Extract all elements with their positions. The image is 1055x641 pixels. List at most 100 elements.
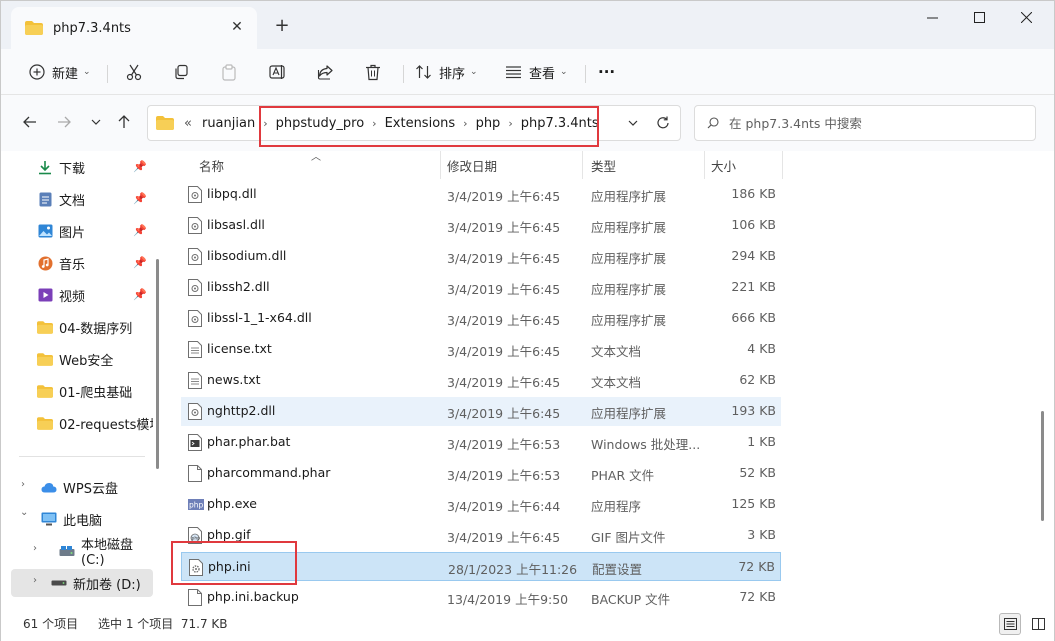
chevron-right-icon[interactable]: › [33, 575, 37, 586]
minimize-button[interactable] [909, 1, 955, 33]
file-modified-date: 3/4/2019 上午6:44 [447, 499, 561, 514]
download-icon [37, 159, 53, 175]
sidebar-item-pictures[interactable]: 图片 📌 [37, 217, 153, 245]
sidebar-item-wps-cloud[interactable]: › WPS云盘 [15, 473, 153, 501]
column-divider[interactable] [704, 151, 705, 179]
maximize-button[interactable] [956, 1, 1002, 33]
tab-php7.3.4nts[interactable]: php7.3.4nts ✕ [11, 7, 257, 49]
file-row[interactable]: phar.phar.bat 3/4/2019 上午6:53 Windows 批处理.… [181, 428, 781, 457]
more-options-button[interactable]: ··· [598, 57, 615, 87]
copy-button[interactable] [173, 57, 189, 87]
back-arrow-icon[interactable] [19, 111, 41, 133]
thumbnail-view-button[interactable] [1027, 613, 1049, 635]
file-row[interactable]: libssl-1_1-x64.dll 3/4/2019 上午6:45 应用程序扩展 6… [181, 304, 781, 333]
search-input[interactable] [729, 115, 1009, 131]
chevron-down-icon: ⌄ [470, 67, 478, 77]
recent-locations-chevron-icon[interactable] [85, 111, 107, 133]
new-button[interactable]: 新建 ⌄ [29, 57, 91, 87]
share-button[interactable] [317, 57, 334, 87]
file-modified-date: 3/4/2019 上午6:45 [447, 251, 561, 266]
folder-icon [37, 415, 53, 431]
sidebar-item-folder[interactable]: 02-requests模块 [37, 409, 153, 437]
view-button[interactable]: 查看 ⌄ [505, 57, 568, 87]
file-size: 221 KB [731, 279, 776, 294]
file-type: 应用程序 [591, 499, 642, 514]
sidebar-item-label: 新加卷 (D:) [73, 577, 141, 593]
breadcrumb-item-ruanjian[interactable]: ruanjian [196, 116, 261, 131]
column-header-size[interactable]: 大小 [711, 151, 736, 179]
search-box[interactable] [694, 105, 1036, 141]
file-row[interactable]: libsodium.dll 3/4/2019 上午6:45 应用程序扩展 294 KB [181, 242, 781, 271]
column-header-date[interactable]: 修改日期 [447, 151, 497, 179]
file-row[interactable]: php.ini.backup 13/4/2019 上午9:50 BACKUP 文件 7… [181, 583, 781, 611]
copy-icon [175, 64, 188, 80]
thumbnail-view-icon [1031, 618, 1045, 630]
file-row[interactable]: libpq.dll 3/4/2019 上午6:45 应用程序扩展 186 KB [181, 180, 781, 209]
file-row[interactable]: php php.exe 3/4/2019 上午6:44 应用程序 125 KB [181, 490, 781, 519]
breadcrumb-overflow[interactable]: « [182, 116, 196, 131]
new-tab-button[interactable]: + [271, 14, 293, 36]
trash-icon [366, 64, 380, 80]
sidebar-item-music[interactable]: 音乐 📌 [37, 249, 153, 277]
file-row[interactable]: pharcommand.phar 3/4/2019 上午6:53 PHAR 文件 52… [181, 459, 781, 488]
selection-info: 选中 1 个项目 71.7 KB [98, 617, 228, 631]
file-size: 125 KB [731, 496, 776, 511]
sidebar-item-new-volume-d[interactable]: › 新加卷 (D:) [11, 569, 153, 597]
cut-button[interactable] [125, 57, 143, 87]
file-row[interactable]: libssh2.dll 3/4/2019 上午6:45 应用程序扩展 221 KB [181, 273, 781, 302]
file-modified-date: 3/4/2019 上午6:45 [447, 406, 561, 421]
up-arrow-icon[interactable] [113, 111, 135, 133]
column-header-name[interactable]: 名称 [199, 151, 224, 179]
file-size: 72 KB [739, 589, 776, 604]
file-type: 应用程序扩展 [591, 189, 667, 204]
sidebar-item-label: WPS云盘 [63, 481, 118, 497]
rename-button[interactable] [269, 57, 287, 87]
sidebar-item-this-pc[interactable]: ⌄ 此电脑 [15, 505, 153, 533]
column-divider[interactable] [440, 151, 441, 179]
file-row[interactable]: libsasl.dll 3/4/2019 上午6:45 应用程序扩展 106 KB [181, 211, 781, 240]
address-dropdown-chevron-icon[interactable] [624, 114, 642, 132]
column-divider[interactable] [582, 151, 583, 179]
search-icon [707, 117, 719, 129]
pin-icon[interactable]: 📌 [133, 192, 147, 205]
dll-file-icon [188, 217, 202, 234]
delete-button[interactable] [365, 57, 381, 87]
sidebar-item-local-disk-c[interactable]: › 本地磁盘 (C:) [15, 537, 153, 568]
close-icon[interactable]: ✕ [227, 17, 247, 37]
chevron-right-icon[interactable]: › [33, 543, 37, 554]
file-type: 应用程序扩展 [591, 282, 667, 297]
file-row[interactable]: license.txt 3/4/2019 上午6:45 文本文档 4 KB [181, 335, 781, 364]
sidebar-item-documents[interactable]: 文档 📌 [37, 185, 153, 213]
chevron-right-icon[interactable]: › [21, 479, 25, 490]
details-view-button[interactable] [999, 613, 1021, 635]
video-icon [37, 287, 53, 303]
window-close-button[interactable] [1003, 1, 1049, 33]
sidebar-scrollbar[interactable] [156, 259, 159, 469]
file-row[interactable]: nghttp2.dll 3/4/2019 上午6:45 应用程序扩展 193 KB [181, 397, 781, 426]
pin-icon[interactable]: 📌 [133, 256, 147, 269]
sidebar-item-label: 音乐 [59, 257, 86, 273]
pin-icon[interactable]: 📌 [133, 288, 147, 301]
refresh-icon[interactable] [654, 114, 672, 132]
pin-icon[interactable]: 📌 [133, 160, 147, 173]
computer-icon [41, 511, 57, 527]
column-header-type[interactable]: 类型 [591, 151, 616, 179]
sidebar-item-folder[interactable]: Web安全 [37, 345, 153, 373]
highlight-box-php-ini [171, 541, 297, 585]
sidebar-item-folder[interactable]: 01-爬虫基础 [37, 377, 153, 405]
paste-button[interactable] [221, 57, 237, 87]
column-divider[interactable] [782, 151, 783, 179]
pin-icon[interactable]: 📌 [133, 224, 147, 237]
sort-button[interactable]: 排序 ⌄ [415, 57, 478, 87]
sidebar-item-videos[interactable]: 视频 📌 [37, 281, 153, 309]
folder-icon [37, 319, 53, 335]
file-modified-date: 3/4/2019 上午6:45 [447, 313, 561, 328]
share-icon [317, 65, 333, 80]
sidebar-item-folder[interactable]: 04-数据序列 [37, 313, 153, 341]
forward-arrow-icon[interactable] [53, 111, 75, 133]
sidebar-item-label: 下载 [59, 161, 86, 177]
file-row[interactable]: news.txt 3/4/2019 上午6:45 文本文档 62 KB [181, 366, 781, 395]
chevron-down-icon[interactable]: ⌄ [20, 507, 28, 518]
sidebar-item-downloads[interactable]: 下载 📌 [37, 153, 153, 181]
file-list-scrollbar[interactable] [1041, 411, 1044, 521]
